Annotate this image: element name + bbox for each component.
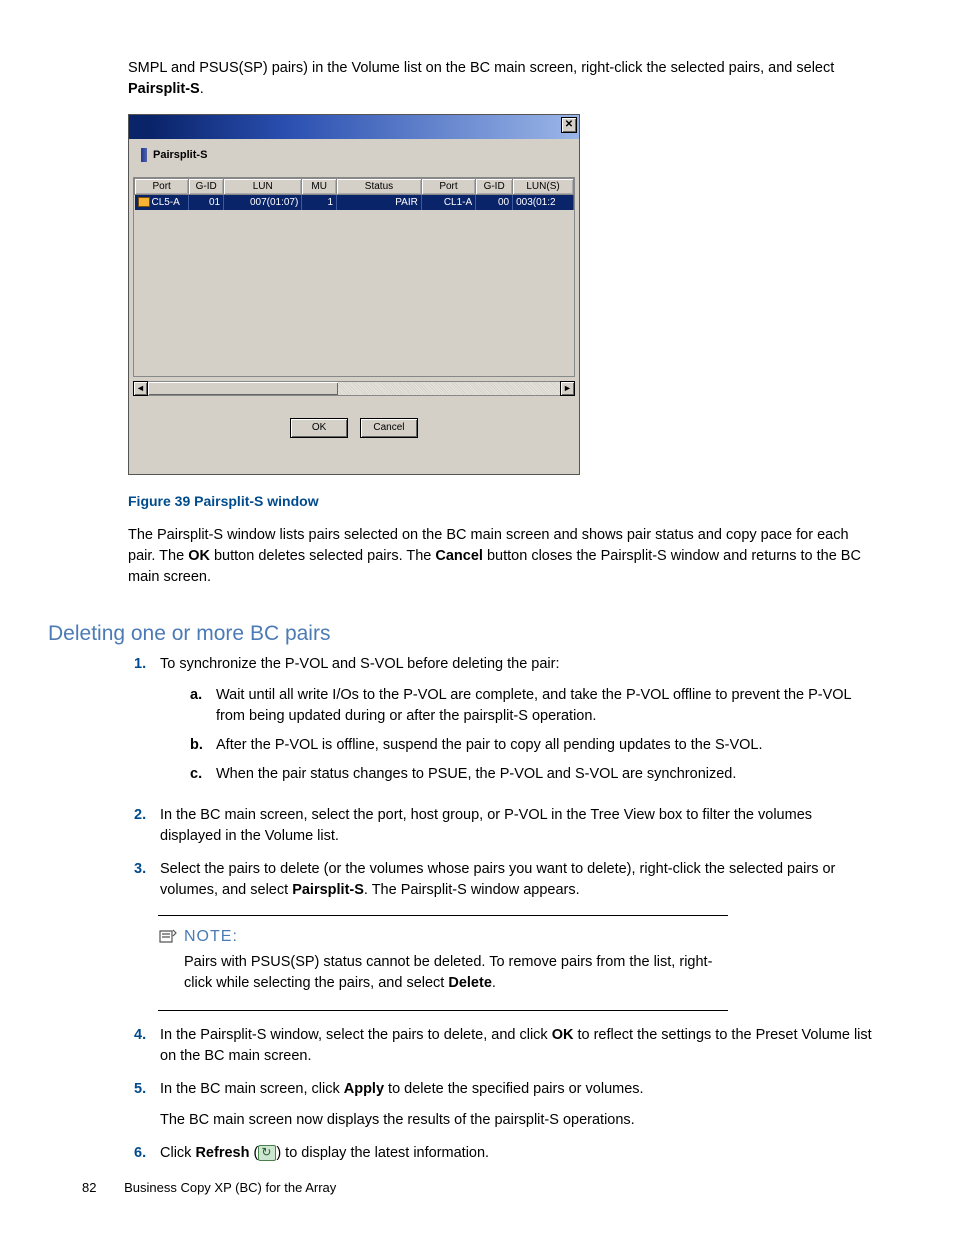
substep-b: b. After the P-VOL is offline, suspend t…: [190, 735, 876, 756]
desc-2: button deletes selected pairs. The: [210, 548, 435, 564]
step-5: 5. In the BC main screen, click Apply to…: [134, 1079, 876, 1131]
substep-b-text: After the P-VOL is offline, suspend the …: [216, 735, 763, 756]
intro-bold: Pairsplit-S: [128, 81, 200, 97]
section-heading: Deleting one or more BC pairs: [48, 622, 906, 646]
cell-lun: 007(01:07): [224, 195, 302, 210]
step-1-number: 1.: [134, 654, 160, 793]
scroll-thumb[interactable]: [148, 382, 338, 395]
refresh-icon: [258, 1145, 276, 1161]
substep-a-letter: a.: [190, 685, 216, 727]
step-2-number: 2.: [134, 805, 160, 847]
description-paragraph: The Pairsplit-S window lists pairs selec…: [128, 525, 876, 588]
cell-status: PAIR: [337, 195, 422, 210]
substep-a: a. Wait until all write I/Os to the P-VO…: [190, 685, 876, 727]
title-marker-icon: [141, 148, 147, 162]
intro-paragraph: SMPL and PSUS(SP) pairs) in the Volume l…: [128, 58, 876, 100]
step-6-text-1: Click: [160, 1145, 195, 1161]
step-4: 4. In the Pairsplit-S window, select the…: [134, 1025, 876, 1067]
step-1: 1. To synchronize the P-VOL and S-VOL be…: [134, 654, 876, 793]
step-3-number: 3.: [134, 859, 160, 901]
step-6-paren-open: (: [249, 1145, 258, 1161]
substep-c: c. When the pair status changes to PSUE,…: [190, 764, 876, 785]
col-mu[interactable]: MU: [302, 179, 337, 195]
substep-a-text: Wait until all write I/Os to the P-VOL a…: [216, 685, 876, 727]
step-6-number: 6.: [134, 1143, 160, 1164]
dialog-titlebar: ✕: [129, 115, 579, 139]
step-1-text: To synchronize the P-VOL and S-VOL befor…: [160, 656, 560, 672]
step-4-number: 4.: [134, 1025, 160, 1067]
cancel-button[interactable]: Cancel: [360, 418, 418, 438]
step-2: 2. In the BC main screen, select the por…: [134, 805, 876, 847]
cell-port2: CL1-A: [421, 195, 475, 210]
step-5-number: 5.: [134, 1079, 160, 1131]
intro-text-2: .: [200, 81, 204, 97]
cell-gid: 01: [189, 195, 224, 210]
step-2-text: In the BC main screen, select the port, …: [160, 807, 812, 844]
cell-mu: 1: [302, 195, 337, 210]
cell-port: CL5-A: [152, 197, 180, 208]
dialog-title: Pairsplit-S: [153, 149, 207, 161]
desc-cancel: Cancel: [435, 548, 483, 564]
col-port[interactable]: Port: [135, 179, 189, 195]
step-3-text-2: . The Pairsplit-S window appears.: [364, 882, 580, 898]
note-icon: [158, 928, 178, 946]
horizontal-scrollbar[interactable]: ◄ ►: [133, 381, 575, 397]
table-row[interactable]: CL5-A 01 007(01:07) 1 PAIR CL1-A 00 003(…: [135, 195, 574, 210]
col-status[interactable]: Status: [337, 179, 422, 195]
page-number: 82: [82, 1180, 96, 1195]
scroll-left-icon[interactable]: ◄: [133, 381, 148, 396]
note-text-2: .: [492, 975, 496, 991]
step-6-bold: Refresh: [195, 1145, 249, 1161]
intro-text-1: SMPL and PSUS(SP) pairs) in the Volume l…: [128, 60, 834, 76]
col-port2[interactable]: Port: [421, 179, 475, 195]
step-4-text-1: In the Pairsplit-S window, select the pa…: [160, 1027, 552, 1043]
desc-ok: OK: [188, 548, 210, 564]
scroll-track[interactable]: [148, 381, 560, 396]
table-header-row: Port G-ID LUN MU Status Port G-ID LUN(S): [135, 179, 574, 195]
substep-b-letter: b.: [190, 735, 216, 756]
step-6-text-3: ) to display the latest information.: [276, 1145, 489, 1161]
col-gid[interactable]: G-ID: [189, 179, 224, 195]
step-3-bold: Pairsplit-S: [292, 882, 364, 898]
cell-gid2: 00: [476, 195, 513, 210]
substep-c-text: When the pair status changes to PSUE, th…: [216, 764, 736, 785]
cell-luns: 003(01:2: [513, 195, 574, 210]
volume-icon: [138, 197, 150, 207]
step-6: 6. Click Refresh ( ) to display the lates…: [134, 1143, 876, 1164]
step-5-text-2: to delete the specified pairs or volumes…: [384, 1081, 644, 1097]
close-icon[interactable]: ✕: [561, 117, 577, 133]
figure-caption: Figure 39 Pairsplit-S window: [128, 493, 906, 509]
step-5-bold: Apply: [344, 1081, 384, 1097]
col-lun[interactable]: LUN: [224, 179, 302, 195]
ok-button[interactable]: OK: [290, 418, 348, 438]
step-3: 3. Select the pairs to delete (or the vo…: [134, 859, 876, 901]
col-gid2[interactable]: G-ID: [476, 179, 513, 195]
step-4-bold: OK: [552, 1027, 574, 1043]
pairsplit-dialog: ✕ Pairsplit-S Port G-ID LUN: [128, 114, 580, 475]
page-footer: 82 Business Copy XP (BC) for the Array: [82, 1180, 336, 1195]
step-5-text-1: In the BC main screen, click: [160, 1081, 344, 1097]
col-luns[interactable]: LUN(S): [513, 179, 574, 195]
dialog-title-row: Pairsplit-S: [133, 143, 555, 167]
scroll-right-icon[interactable]: ►: [560, 381, 575, 396]
step-5-after: The BC main screen now displays the resu…: [160, 1112, 635, 1128]
dialog-table: Port G-ID LUN MU Status Port G-ID LUN(S)…: [133, 177, 575, 377]
footer-title: Business Copy XP (BC) for the Array: [124, 1180, 336, 1195]
substep-c-letter: c.: [190, 764, 216, 785]
note-bold: Delete: [448, 975, 492, 991]
note-label: NOTE:: [184, 928, 238, 946]
note-block: NOTE: Pairs with PSUS(SP) status cannot …: [158, 915, 728, 1011]
